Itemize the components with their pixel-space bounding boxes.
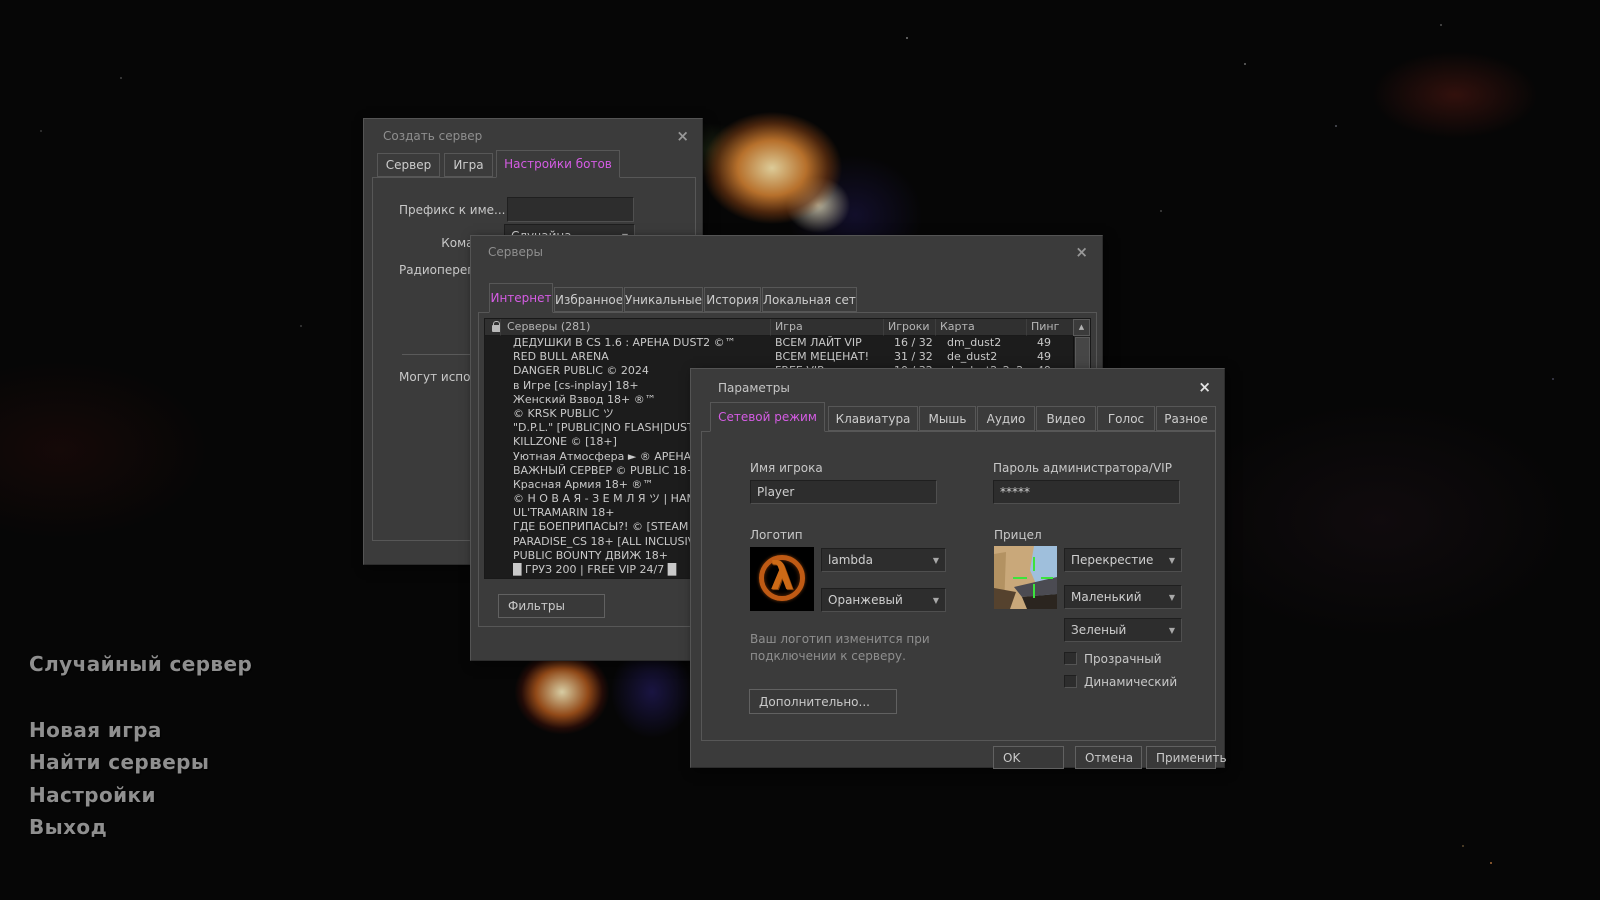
server-game-cell: ВСЕМ ЛАЙТ VIP (771, 336, 888, 350)
tab-history[interactable]: История (704, 287, 761, 312)
chevron-down-icon: ▼ (933, 596, 939, 605)
transparent-checkbox-label: Прозрачный (1084, 652, 1162, 666)
admin-password-label: Пароль администратора/VIP (993, 461, 1172, 475)
dynamic-checkbox[interactable] (1064, 675, 1077, 688)
lock-column-header[interactable] (485, 319, 501, 336)
player-name-label: Имя игрока (750, 461, 823, 475)
bot-prefix-input[interactable] (507, 197, 634, 222)
column-header-map[interactable]: Карта (936, 319, 1027, 336)
server-name-cell: ДЕДУШКИ В CS 1.6 : АРЕНА DUST2 ©™ (513, 336, 771, 350)
server-players-cell: 16 / 32 (888, 336, 940, 350)
window-title: Создать сервер (383, 129, 482, 143)
ok-button[interactable]: OK (993, 746, 1064, 769)
tab-keyboard[interactable]: Клавиатура (828, 406, 918, 431)
tab-favorites[interactable]: Избранное (554, 287, 623, 312)
server-ping-cell: 49 (1031, 350, 1075, 364)
tab-misc[interactable]: Разное (1156, 406, 1216, 431)
crosshair-size-dropdown[interactable]: Маленький ▼ (1064, 585, 1182, 609)
dynamic-checkbox-label: Динамический (1084, 675, 1177, 689)
scrollbar-up-button[interactable]: ▲ (1073, 319, 1090, 336)
chevron-down-icon: ▼ (933, 556, 939, 565)
cancel-button[interactable]: Отмена (1075, 746, 1142, 769)
tab-video[interactable]: Видео (1036, 406, 1096, 431)
column-header-servers[interactable]: Серверы (281) (501, 319, 771, 336)
crosshair-type-dropdown[interactable]: Перекрестие ▼ (1064, 548, 1182, 572)
column-header-players[interactable]: Игроки (884, 319, 936, 336)
admin-password-input[interactable]: ***** (993, 480, 1180, 504)
window-title: Серверы (488, 245, 543, 259)
tab-voice[interactable]: Голос (1097, 406, 1155, 431)
menu-item-random-server[interactable]: Случайный сервер (29, 652, 252, 676)
server-ping-cell: 49 (1031, 336, 1075, 350)
tab-bot-settings[interactable]: Настройки ботов (496, 150, 620, 178)
transparent-checkbox[interactable] (1064, 652, 1077, 665)
server-map-cell: de_dust2 (940, 350, 1031, 364)
advanced-button[interactable]: Дополнительно... (749, 689, 897, 714)
crosshair-color-dropdown[interactable]: Зеленый ▼ (1064, 618, 1182, 642)
close-icon[interactable]: × (1075, 245, 1088, 259)
column-header-ping[interactable]: Пинг (1027, 319, 1073, 336)
tab-network-mode[interactable]: Сетевой режим (710, 402, 825, 432)
logo-preview: λ (750, 547, 814, 611)
menu-item-new-game[interactable]: Новая игра (29, 718, 162, 742)
tab-lan[interactable]: Локальная сеть (762, 287, 857, 312)
logo-color-dropdown[interactable]: Оранжевый ▼ (821, 588, 946, 612)
close-icon[interactable]: × (1198, 380, 1211, 394)
server-name-cell: RED BULL ARENA (513, 350, 771, 364)
server-map-cell: dm_dust2 (940, 336, 1031, 350)
chevron-down-icon: ▼ (1169, 626, 1175, 635)
player-name-input[interactable]: Player (750, 480, 937, 504)
background-stars (0, 0, 2, 2)
server-table-header: Серверы (281) Игра Игроки Карта Пинг (485, 319, 1090, 336)
menu-item-find-servers[interactable]: Найти серверы (29, 750, 209, 774)
crosshair-preview (994, 546, 1057, 609)
logo-type-dropdown[interactable]: lambda ▼ (821, 548, 946, 572)
filters-button[interactable]: Фильтры (498, 594, 605, 618)
close-icon[interactable]: × (676, 129, 689, 143)
apply-button[interactable]: Применить (1146, 746, 1216, 769)
table-row[interactable]: ДЕДУШКИ В CS 1.6 : АРЕНА DUST2 ©™ ВСЕМ Л… (485, 336, 1075, 350)
server-game-cell: ВСЕМ МЕЦЕНАТ! (771, 350, 888, 364)
tab-internet[interactable]: Интернет (489, 283, 553, 313)
bot-prefix-label: Префикс к име... (399, 203, 497, 217)
tab-mouse[interactable]: Мышь (919, 406, 976, 431)
chevron-down-icon: ▼ (1169, 556, 1175, 565)
tab-audio[interactable]: Аудио (977, 406, 1035, 431)
logo-hint: Ваш логотип изменится при подключении к … (750, 631, 930, 665)
menu-item-settings[interactable]: Настройки (29, 783, 156, 807)
lock-icon (492, 325, 501, 332)
tab-server[interactable]: Сервер (377, 153, 440, 177)
logo-label: Логотип (750, 528, 803, 542)
table-row[interactable]: RED BULL ARENA ВСЕМ МЕЦЕНАТ! 31 / 32 de_… (485, 350, 1075, 364)
tab-unique[interactable]: Уникальные (624, 287, 703, 312)
menu-item-exit[interactable]: Выход (29, 815, 107, 839)
window-title: Параметры (718, 381, 790, 395)
column-header-game[interactable]: Игра (771, 319, 884, 336)
server-players-cell: 31 / 32 (888, 350, 940, 364)
crosshair-label: Прицел (994, 528, 1042, 542)
chevron-down-icon: ▼ (1169, 593, 1175, 602)
options-window: Параметры × Сетевой режим Клавиатура Мыш… (690, 368, 1225, 768)
tab-game[interactable]: Игра (444, 153, 493, 177)
